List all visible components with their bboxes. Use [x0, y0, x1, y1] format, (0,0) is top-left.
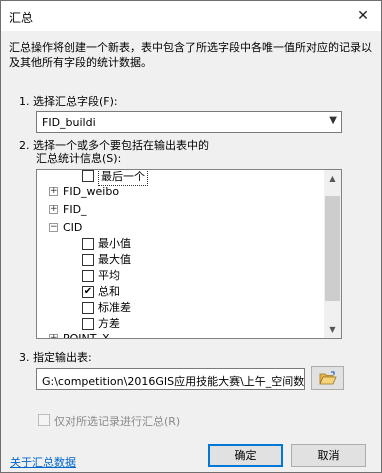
scroll-up-icon[interactable]: ▲ [324, 170, 341, 187]
ok-button[interactable]: 确定 [208, 444, 283, 467]
scroll-down-icon[interactable]: ▼ [324, 321, 341, 338]
tree-item[interactable]: + FID_ [37, 202, 326, 218]
tree-item-label: 标准差 [98, 301, 131, 314]
tree-item-label: 平均 [98, 269, 120, 282]
help-link[interactable]: 关于汇总数据 [10, 454, 76, 470]
tree-item-label: 最大值 [98, 253, 131, 266]
expand-icon[interactable]: + [49, 334, 58, 338]
tree-item[interactable]: − CID [37, 220, 326, 236]
tree-item[interactable]: + POINT_X [37, 331, 326, 339]
checkbox[interactable] [82, 318, 94, 330]
tree-item-label: 总和 [98, 285, 120, 298]
title-bar: 汇总 ✕ [1, 1, 381, 31]
summary-field-select[interactable]: FID_buildi ▼ [36, 111, 342, 133]
dialog-title: 汇总 [9, 11, 34, 25]
tree-item-label: FID_ [63, 203, 87, 216]
chevron-down-icon: ▼ [329, 115, 337, 126]
tree-item[interactable]: 最小值 [37, 236, 326, 252]
tree-item-label: POINT_X [63, 332, 110, 339]
tree-item[interactable]: 最大值 [37, 252, 326, 268]
description-text: 汇总操作将创建一个新表，表中包含了所选字段中各唯一值所对应的记录以及其他所有字段… [9, 41, 372, 69]
summarize-dialog: 汇总 ✕ 汇总操作将创建一个新表，表中包含了所选字段中各唯一值所对应的记录以及其… [0, 0, 382, 473]
tree-item-label: 方差 [98, 317, 120, 330]
tree-item-label: CID [63, 221, 83, 234]
output-table-input[interactable]: G:\competition\2016GIS应用技能大赛\上午_空间数 [36, 368, 305, 390]
expand-icon[interactable]: + [49, 205, 58, 214]
tree-item[interactable]: 标准差 [37, 300, 326, 316]
step1-label: 1. 选择汇总字段(F): [19, 95, 118, 108]
step2-label-line2: 汇总统计信息(S): [36, 152, 122, 165]
statistics-tree[interactable]: 最后一个 + FID_weibo + FID_ − CID 最小值 最大值 平均… [36, 169, 342, 339]
tree-item[interactable]: 方差 [37, 316, 326, 332]
selected-only-label: 仅对所选记录进行汇总(R) [54, 415, 181, 428]
step2-label-line1: 2. 选择一个或多个要包括在输出表中的 [19, 139, 209, 152]
close-button[interactable]: ✕ [345, 1, 381, 31]
cancel-button[interactable]: 取消 [291, 444, 366, 467]
tree-scrollbar[interactable]: ▲ ▼ [324, 170, 341, 338]
collapse-icon[interactable]: − [49, 223, 58, 232]
tree-item[interactable]: 最后一个 [37, 170, 326, 186]
tree-item[interactable]: + FID_weibo [37, 184, 326, 200]
selected-only-checkbox [38, 414, 50, 426]
checkbox-checked[interactable]: ✔ [82, 286, 94, 298]
open-folder-icon [318, 370, 337, 384]
step3-label: 3. 指定输出表: [19, 351, 92, 364]
tree-item[interactable]: ✔ 总和 [37, 284, 326, 300]
output-table-value: G:\competition\2016GIS应用技能大赛\上午_空间数 [42, 375, 305, 388]
checkbox[interactable] [82, 238, 94, 250]
checkbox[interactable] [82, 170, 94, 182]
tree-item-label: FID_weibo [63, 185, 120, 198]
expand-icon[interactable]: + [49, 187, 58, 196]
browse-button[interactable] [311, 366, 344, 390]
tree-item[interactable]: 平均 [37, 268, 326, 284]
checkbox[interactable] [82, 270, 94, 282]
checkbox[interactable] [82, 302, 94, 314]
tree-item-label: 最小值 [98, 237, 131, 250]
scrollbar-thumb[interactable] [325, 196, 340, 301]
checkbox[interactable] [82, 254, 94, 266]
close-icon: ✕ [357, 8, 369, 24]
summary-field-value: FID_buildi [42, 116, 96, 129]
